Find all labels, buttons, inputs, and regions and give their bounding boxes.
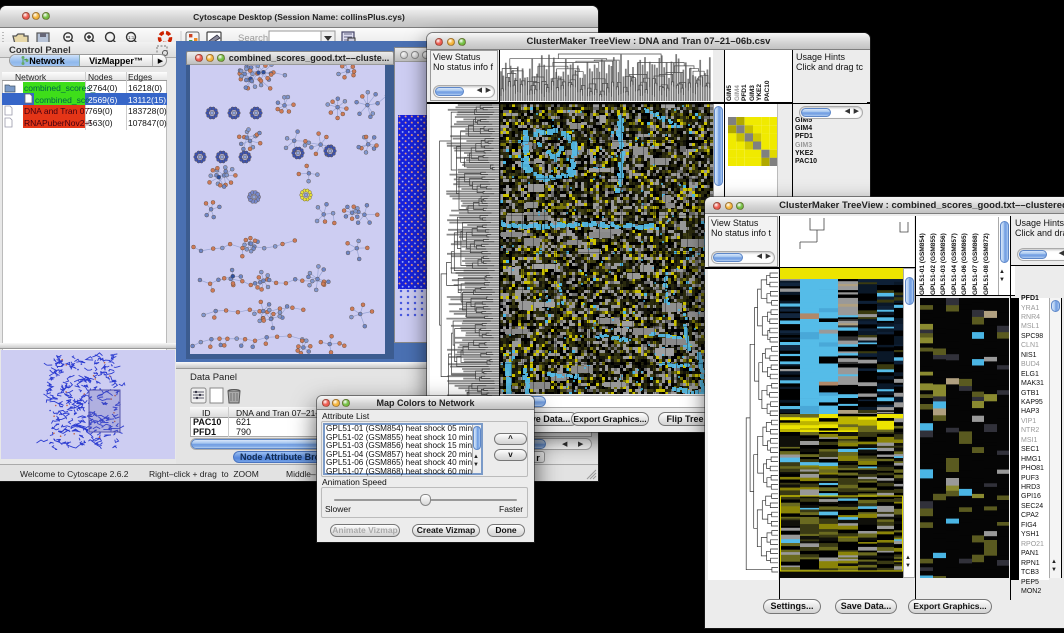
svg-text:1:1: 1:1	[128, 35, 135, 40]
